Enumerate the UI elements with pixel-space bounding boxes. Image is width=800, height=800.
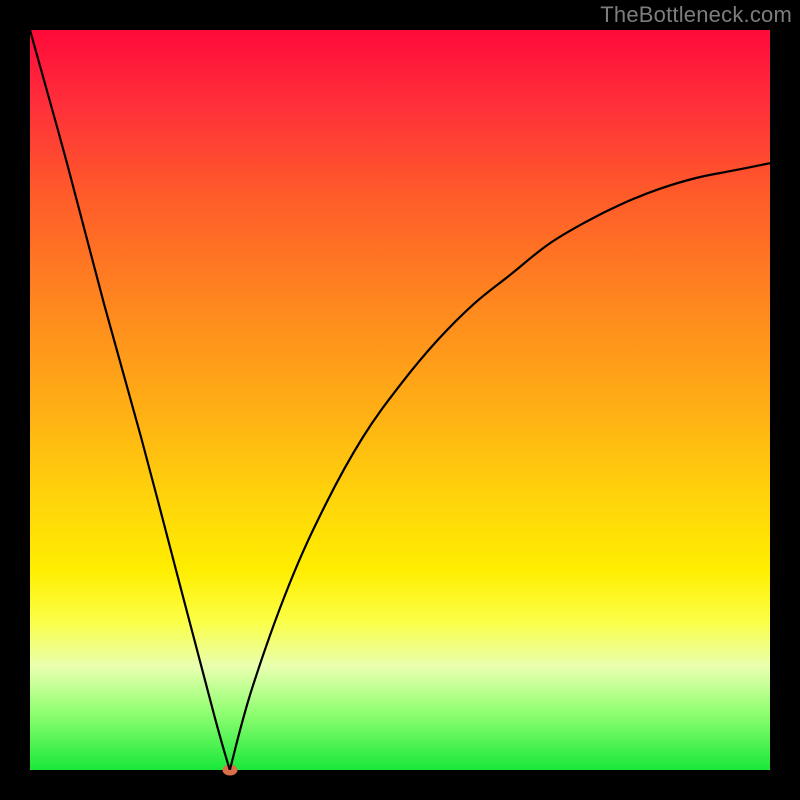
chart-frame: TheBottleneck.com bbox=[0, 0, 800, 800]
watermark-text: TheBottleneck.com bbox=[600, 2, 792, 28]
curve-svg bbox=[30, 30, 770, 770]
plot-area bbox=[30, 30, 770, 770]
curve-right-branch bbox=[230, 163, 770, 770]
curve-left-branch bbox=[30, 30, 230, 770]
